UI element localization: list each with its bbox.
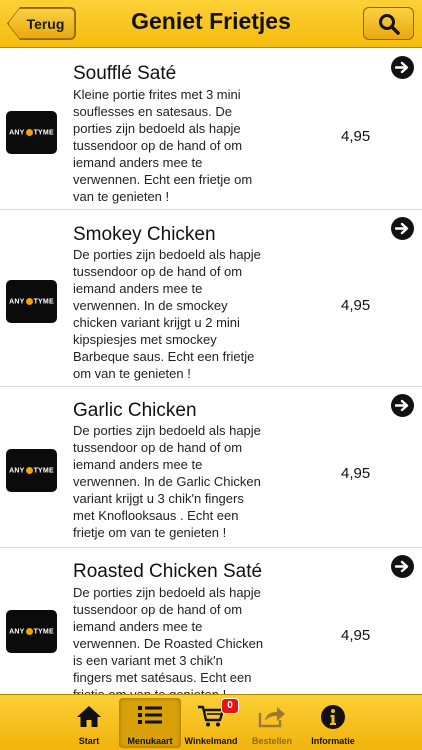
tab-winkelmand[interactable]: 0 Winkelmand [180,698,242,748]
item-description: De porties zijn bedoeld als hapje tussend… [73,423,261,540]
arrow-right-icon[interactable] [391,394,414,417]
tab-bestellen[interactable]: Bestellen [241,698,303,748]
arrow-right-icon[interactable] [391,555,414,578]
item-title: Garlic Chicken [73,400,197,421]
page-title: Geniet Frietjes [131,8,291,34]
home-icon [77,706,101,727]
brand-logo: ANY TYME [6,111,57,154]
list-item[interactable]: ANY TYME Smokey Chicken De porties zijn b… [0,210,422,387]
tab-informatie[interactable]: Informatie [302,698,364,748]
header-bar: Terug Geniet Frietjes [0,0,422,48]
item-description: Kleine portie frites met 3 mini souflesse… [73,87,253,204]
item-price: 4,95 [341,128,371,145]
brand-logo: ANY TYME [6,449,57,492]
share-icon [258,707,285,728]
item-price: 4,95 [341,465,371,482]
item-title: Soufflé Saté [73,63,177,84]
item-description: De porties zijn bedoeld als hapje tussend… [73,585,264,694]
arrow-right-icon[interactable] [391,217,414,240]
product-list[interactable]: ANY TYME Soufflé Saté Kleine portie frite… [0,48,422,694]
search-button[interactable] [363,7,414,40]
brand-logo: ANY TYME [6,610,57,653]
item-price: 4,95 [341,627,371,644]
item-price: 4,95 [341,297,371,314]
brand-logo: ANY TYME [6,280,57,323]
item-description: De porties zijn bedoeld als hapje tussend… [73,247,261,381]
tab-bar: Start Menukaart 0 Winkelmand Bestellen I… [0,694,422,750]
tab-menukaart[interactable]: Menukaart [119,698,181,748]
list-item[interactable]: ANY TYME Roasted Chicken Saté De porties … [0,548,422,694]
cart-count-badge: 0 [221,698,239,714]
list-item[interactable]: ANY TYME Garlic Chicken De porties zijn b… [0,387,422,548]
list-icon [138,706,162,724]
info-icon [321,705,345,729]
list-item[interactable]: ANY TYME Soufflé Saté Kleine portie frite… [0,48,422,210]
item-title: Roasted Chicken Saté [73,561,263,582]
item-title: Smokey Chicken [73,224,216,245]
tab-start[interactable]: Start [58,698,120,748]
arrow-right-icon[interactable] [391,56,414,79]
search-icon [378,13,400,35]
